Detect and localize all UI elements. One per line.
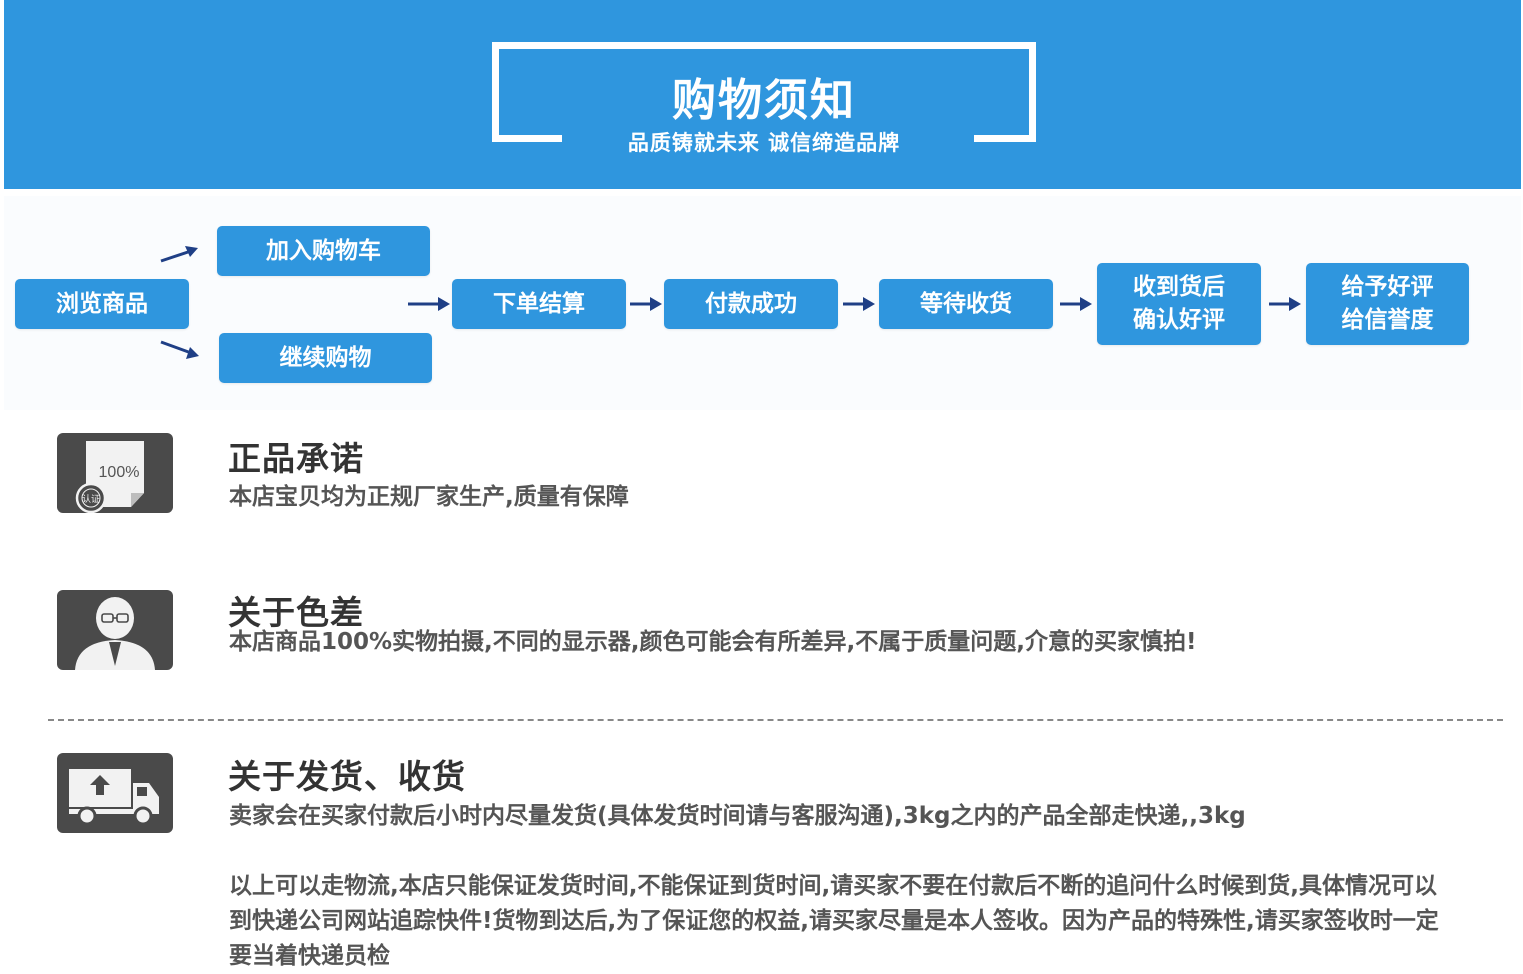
arrow-right-icon [843, 297, 875, 311]
certificate-icon: 100% 认证 [57, 433, 173, 513]
step-waiting-delivery[interactable]: 等待收货 [879, 279, 1053, 329]
section-text-shipping-1: 卖家会在买家付款后小时内尽量发货(具体发货时间请与客服沟通),3kg之内的产品全… [229, 803, 1246, 829]
page-subtitle: 品质铸就未来 诚信缔造品牌 [627, 131, 901, 155]
arrow-right-icon [1060, 297, 1092, 311]
page-title: 购物须知 [672, 75, 856, 126]
section-text-genuine: 本店宝贝均为正规厂家生产,质量有保障 [229, 484, 629, 510]
step-received-confirm[interactable]: 收到货后 确认好评 [1097, 263, 1261, 345]
person-icon [57, 590, 173, 670]
arrow-right-icon [1269, 297, 1301, 311]
step-checkout[interactable]: 下单结算 [452, 279, 626, 329]
badge-percent: 100% [99, 464, 140, 481]
arrow-down-right-icon [160, 340, 199, 359]
step-payment-success[interactable]: 付款成功 [664, 279, 838, 329]
title-frame: 购物须知 品质铸就未来 诚信缔造品牌 [492, 42, 1036, 155]
section-divider [48, 719, 1503, 721]
arrow-right-icon [630, 297, 662, 311]
truck-icon [57, 753, 173, 833]
section-title-shipping: 关于发货、收货 [228, 757, 466, 796]
header-banner: 购物须知 品质铸就未来 诚信缔造品牌 [4, 0, 1521, 189]
arrow-up-right-icon [160, 246, 198, 263]
badge-label: 认证 [82, 493, 100, 505]
step-continue-shopping[interactable]: 继续购物 [219, 333, 432, 383]
step-give-review[interactable]: 给予好评 给信誉度 [1306, 263, 1469, 345]
step-browse[interactable]: 浏览商品 [15, 279, 189, 329]
section-title-genuine: 正品承诺 [228, 439, 364, 478]
section-text-color: 本店商品100%实物拍摄,不同的显示器,颜色可能会有所差异,不属于质量问题,介意… [229, 629, 1197, 655]
step-add-cart[interactable]: 加入购物车 [217, 226, 430, 276]
arrow-right-icon [408, 297, 450, 311]
section-text-shipping-2: 以上可以走物流,本店只能保证发货时间,不能保证到货时间,请买家不要在付款后不断的… [229, 873, 1439, 969]
